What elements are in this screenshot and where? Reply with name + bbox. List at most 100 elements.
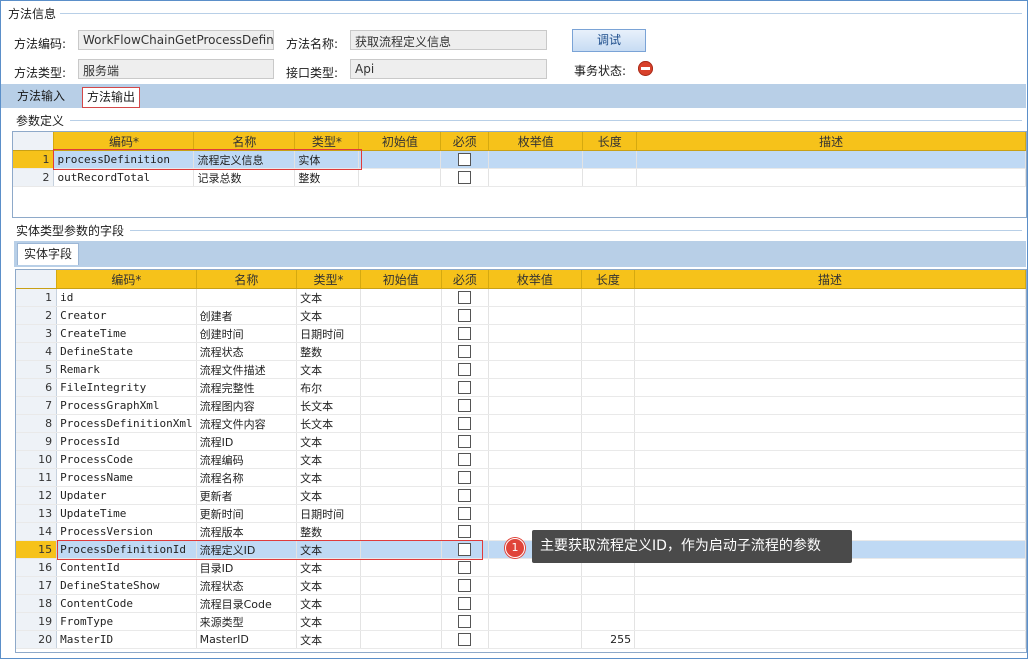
enum-cell[interactable]: [488, 306, 582, 325]
enum-cell[interactable]: [488, 342, 582, 361]
type-cell[interactable]: 布尔: [296, 378, 361, 397]
length-cell[interactable]: [581, 432, 636, 451]
init-cell[interactable]: [358, 168, 442, 187]
name-cell[interactable]: 流程目录Code: [196, 594, 298, 613]
required-cell[interactable]: [441, 612, 490, 631]
init-cell[interactable]: [360, 594, 442, 613]
type-cell[interactable]: 长文本: [296, 396, 361, 415]
required-cell[interactable]: [441, 324, 490, 343]
enum-cell[interactable]: [488, 594, 582, 613]
code-cell[interactable]: FromType: [56, 612, 197, 631]
col-header[interactable]: 编码*: [56, 270, 197, 289]
enum-cell[interactable]: [488, 396, 582, 415]
code-cell[interactable]: Remark: [56, 360, 197, 379]
required-checkbox[interactable]: [458, 561, 472, 575]
type-cell[interactable]: 文本: [296, 612, 361, 631]
length-cell[interactable]: [581, 468, 636, 487]
type-cell[interactable]: 整数: [294, 168, 360, 187]
required-cell[interactable]: [441, 486, 490, 505]
table-row[interactable]: 2 outRecordTotal 记录总数 整数: [13, 168, 1026, 187]
code-cell[interactable]: id: [56, 288, 197, 307]
tab-method-input[interactable]: 方法输入: [13, 87, 69, 106]
name-cell[interactable]: 流程状态: [196, 342, 298, 361]
type-cell[interactable]: 文本: [296, 450, 361, 469]
length-cell[interactable]: [581, 342, 636, 361]
desc-cell[interactable]: [634, 486, 1026, 505]
grid-corner[interactable]: [16, 270, 58, 289]
required-cell[interactable]: [441, 414, 490, 433]
enum-cell[interactable]: [488, 486, 582, 505]
length-cell[interactable]: [581, 306, 636, 325]
required-checkbox[interactable]: [458, 489, 472, 503]
enum-cell[interactable]: [488, 288, 582, 307]
length-cell[interactable]: [581, 504, 636, 523]
name-cell[interactable]: 流程状态: [196, 576, 298, 595]
required-cell[interactable]: [441, 576, 490, 595]
code-cell[interactable]: CreateTime: [56, 324, 197, 343]
init-cell[interactable]: [360, 288, 442, 307]
desc-cell[interactable]: [634, 288, 1026, 307]
type-cell[interactable]: 文本: [296, 288, 361, 307]
init-cell[interactable]: [360, 558, 442, 577]
type-cell[interactable]: 文本: [296, 486, 361, 505]
type-cell[interactable]: 整数: [296, 342, 361, 361]
required-checkbox[interactable]: [458, 543, 472, 557]
required-checkbox[interactable]: [458, 597, 472, 611]
desc-cell[interactable]: [634, 576, 1026, 595]
enum-cell[interactable]: [488, 378, 582, 397]
table-row[interactable]: 4 DefineState 流程状态 整数: [16, 342, 1026, 361]
required-checkbox[interactable]: [458, 417, 472, 431]
type-cell[interactable]: 文本: [296, 540, 361, 559]
code-cell[interactable]: DefineState: [56, 342, 197, 361]
interface-type-field[interactable]: Api: [350, 59, 547, 79]
table-row[interactable]: 12 Updater 更新者 文本: [16, 486, 1026, 505]
enum-cell[interactable]: [488, 432, 582, 451]
enum-cell[interactable]: [488, 360, 582, 379]
type-cell[interactable]: 文本: [296, 360, 361, 379]
code-cell[interactable]: ProcessDefinitionXml: [56, 414, 197, 433]
table-row[interactable]: 13 UpdateTime 更新时间 日期时间: [16, 504, 1026, 523]
table-row[interactable]: 19 FromType 来源类型 文本: [16, 612, 1026, 631]
name-cell[interactable]: 流程文件内容: [196, 414, 298, 433]
col-header[interactable]: 必须: [441, 270, 490, 289]
type-cell[interactable]: 日期时间: [296, 324, 361, 343]
type-cell[interactable]: 文本: [296, 630, 361, 649]
col-header[interactable]: 名称: [196, 270, 298, 289]
desc-cell[interactable]: [634, 594, 1026, 613]
type-cell[interactable]: 实体: [294, 150, 360, 169]
init-cell[interactable]: [358, 150, 442, 169]
length-cell[interactable]: [581, 288, 636, 307]
init-cell[interactable]: [360, 504, 442, 523]
name-cell[interactable]: [196, 288, 298, 307]
col-header[interactable]: 类型*: [294, 132, 360, 151]
code-cell[interactable]: ContentId: [56, 558, 197, 577]
required-checkbox[interactable]: [458, 399, 472, 413]
table-row[interactable]: 7 ProcessGraphXml 流程图内容 长文本: [16, 396, 1026, 415]
desc-cell[interactable]: [634, 414, 1026, 433]
required-checkbox[interactable]: [458, 435, 472, 449]
enum-cell[interactable]: [488, 450, 582, 469]
enum-cell[interactable]: [488, 504, 582, 523]
table-row[interactable]: 5 Remark 流程文件描述 文本: [16, 360, 1026, 379]
code-cell[interactable]: UpdateTime: [56, 504, 197, 523]
required-checkbox[interactable]: [458, 507, 472, 521]
length-cell[interactable]: [581, 396, 636, 415]
code-cell[interactable]: ProcessId: [56, 432, 197, 451]
required-cell[interactable]: [441, 288, 490, 307]
init-cell[interactable]: [360, 630, 442, 649]
col-header[interactable]: 初始值: [360, 270, 442, 289]
length-cell[interactable]: [581, 612, 636, 631]
required-cell[interactable]: [441, 342, 490, 361]
init-cell[interactable]: [360, 414, 442, 433]
required-cell[interactable]: [441, 594, 490, 613]
init-cell[interactable]: [360, 324, 442, 343]
table-row[interactable]: 1 id 文本: [16, 288, 1026, 307]
name-cell[interactable]: 记录总数: [193, 168, 296, 187]
code-cell[interactable]: MasterID: [56, 630, 197, 649]
length-cell[interactable]: [581, 360, 636, 379]
required-checkbox[interactable]: [458, 633, 472, 647]
enum-cell[interactable]: [488, 414, 582, 433]
name-cell[interactable]: 流程名称: [196, 468, 298, 487]
name-cell[interactable]: 流程图内容: [196, 396, 298, 415]
debug-button[interactable]: 调试: [572, 29, 646, 52]
